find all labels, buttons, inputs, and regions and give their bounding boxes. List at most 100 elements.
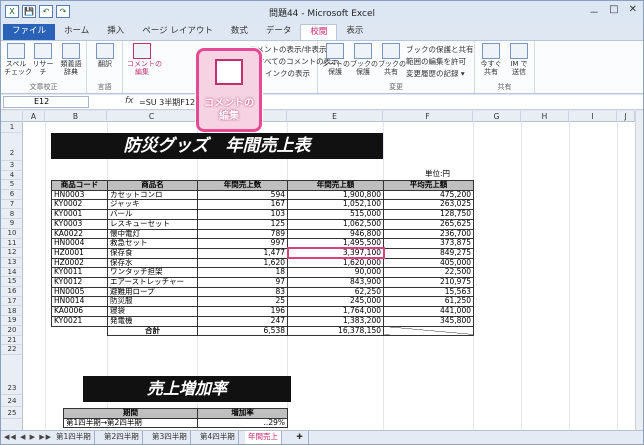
column-header-avg[interactable]: 平均売上額	[383, 180, 474, 191]
cell[interactable]: 1,477	[197, 247, 288, 259]
row-header[interactable]: 11	[1, 239, 23, 249]
tab-home[interactable]: ホーム	[55, 24, 98, 40]
tab-insert[interactable]: 挿入	[98, 24, 133, 40]
protect-workbook-button[interactable]: ブックの 保護	[350, 43, 378, 76]
cell[interactable]: レスキューセット	[107, 218, 198, 230]
row-header[interactable]: 3	[1, 161, 23, 171]
cell[interactable]: 1,764,000	[287, 306, 384, 317]
cell[interactable]: 345,800	[383, 315, 474, 327]
cell[interactable]: 発電機	[107, 315, 198, 327]
cell[interactable]: 第1四半期→第2四半期	[63, 417, 198, 429]
column-header[interactable]: J	[617, 111, 635, 122]
cell[interactable]: 441,000	[383, 306, 474, 317]
worksheet-grid[interactable]: 防災グッズ 年間売上表 単位:円 商品コード 商品名 年間売上数 年間売上額 平…	[23, 122, 635, 430]
formula-input[interactable]: =SU 3半期F12)	[139, 97, 198, 108]
column-header-period[interactable]: 期間	[63, 408, 198, 419]
maximize-icon[interactable]: □	[609, 4, 618, 19]
cell[interactable]: 843,900	[287, 277, 384, 288]
show-ink[interactable]: インクの表示	[265, 68, 310, 79]
row-header[interactable]: 5	[1, 180, 23, 191]
cell[interactable]: 210,975	[383, 277, 474, 288]
row-header[interactable]: 8	[1, 210, 23, 220]
name-box[interactable]: E12	[3, 96, 89, 108]
edit-comment-callout[interactable]: コメントの 編集	[196, 48, 262, 132]
total-qty[interactable]: 6,538	[197, 325, 288, 337]
cell[interactable]: 18	[197, 267, 288, 279]
selected-cell[interactable]: 3,397,100	[286, 247, 385, 260]
total-label[interactable]: 合計	[107, 325, 198, 337]
share-workbook-button[interactable]: ブックの 共有	[378, 43, 406, 76]
cell[interactable]: KA0006	[51, 306, 108, 317]
row-header[interactable]: 4	[1, 171, 23, 181]
sheet-nav-arrows[interactable]: ◀◀ ◀ ▶ ▶▶	[4, 433, 52, 441]
insert-sheet-icon[interactable]: ✚	[291, 431, 309, 444]
column-header-sales[interactable]: 年間売上額	[287, 180, 384, 191]
track-changes[interactable]: 変更履歴の記録 ▾	[406, 68, 465, 79]
row-header[interactable]: 13	[1, 258, 23, 268]
column-header-qty[interactable]: 年間売上数	[197, 180, 288, 191]
cell[interactable]: HN0004	[51, 238, 108, 249]
close-icon[interactable]: ✕	[629, 4, 637, 19]
row-header[interactable]: 22	[1, 345, 23, 355]
column-header-name[interactable]: 商品名	[107, 180, 198, 191]
cell[interactable]: ..29%	[197, 417, 288, 429]
cell[interactable]: 128,750	[383, 209, 474, 220]
cell[interactable]: 103	[197, 209, 288, 220]
cell[interactable]: KY0012	[51, 277, 108, 288]
cell[interactable]: HZ0001	[51, 247, 108, 259]
cell[interactable]: 373,875	[383, 238, 474, 249]
tab-page-layout[interactable]: ページ レイアウト	[133, 24, 222, 40]
share-now-button[interactable]: 今すぐ 共有	[478, 43, 504, 76]
cell[interactable]: 515,000	[287, 209, 384, 220]
sheet-tab-active[interactable]: 年間売上	[245, 431, 282, 444]
row-header[interactable]: 19	[1, 316, 23, 326]
cell[interactable]: 97	[197, 277, 288, 288]
protect-share-workbook[interactable]: ブックの保護と共有	[406, 44, 474, 55]
cell[interactable]: 997	[197, 238, 288, 249]
cell[interactable]: 救急セット	[107, 238, 198, 249]
column-header[interactable]: H	[521, 111, 569, 122]
row-header[interactable]: 6	[1, 190, 23, 200]
fx-icon[interactable]: fx	[125, 96, 134, 106]
row-header[interactable]: 17	[1, 297, 23, 307]
cell[interactable]: KY0003	[51, 218, 108, 230]
protect-sheet-button[interactable]: シートの 保護	[322, 43, 350, 76]
column-header[interactable]: A	[23, 111, 45, 122]
total-sales[interactable]: 16,378,150	[287, 325, 384, 337]
allow-edit-ranges[interactable]: 範囲の編集を許可	[406, 56, 466, 67]
column-header[interactable]: C	[107, 111, 197, 122]
row-header[interactable]: 1	[1, 122, 23, 133]
tab-data[interactable]: データ	[257, 24, 301, 40]
cell[interactable]: 1,383,200	[287, 315, 384, 327]
send-im-button[interactable]: IM で 送信	[506, 43, 532, 76]
row-header[interactable]: 20	[1, 326, 23, 336]
spelling-button[interactable]: スペル チェック	[4, 43, 32, 76]
row-header[interactable]: 14	[1, 268, 23, 278]
cell[interactable]: 1,620	[197, 257, 288, 269]
row-header[interactable]: 15	[1, 277, 23, 288]
column-header[interactable]: I	[569, 111, 617, 122]
row-header[interactable]: 10	[1, 229, 23, 239]
sheet-tab[interactable]: 第1四半期	[53, 431, 95, 444]
column-header-rate[interactable]: 増加率	[197, 408, 288, 419]
column-header[interactable]: G	[473, 111, 521, 122]
cell[interactable]: KY0001	[51, 209, 108, 220]
translate-button[interactable]: 翻訳	[93, 43, 117, 68]
row-header[interactable]: 24	[1, 395, 23, 407]
sheet-tab[interactable]: 第3四半期	[149, 431, 191, 444]
research-button[interactable]: リサーチ	[30, 43, 56, 76]
total-avg-empty[interactable]	[383, 325, 474, 337]
thesaurus-button[interactable]: 類義語 辞典	[58, 43, 84, 76]
row-header[interactable]: 12	[1, 248, 23, 258]
tab-file[interactable]: ファイル	[3, 24, 56, 40]
row-header[interactable]: 18	[1, 307, 23, 317]
row-header[interactable]: 23	[1, 355, 23, 395]
row-header[interactable]: 7	[1, 200, 23, 210]
cell[interactable]: バール	[107, 209, 198, 220]
sheet-tab[interactable]: 第4四半期	[197, 431, 239, 444]
column-header[interactable]: E	[287, 111, 383, 122]
select-all-corner[interactable]	[1, 111, 23, 122]
column-header[interactable]: B	[45, 111, 107, 122]
vertical-scrollbar[interactable]	[635, 111, 643, 430]
row-header[interactable]: 16	[1, 287, 23, 297]
